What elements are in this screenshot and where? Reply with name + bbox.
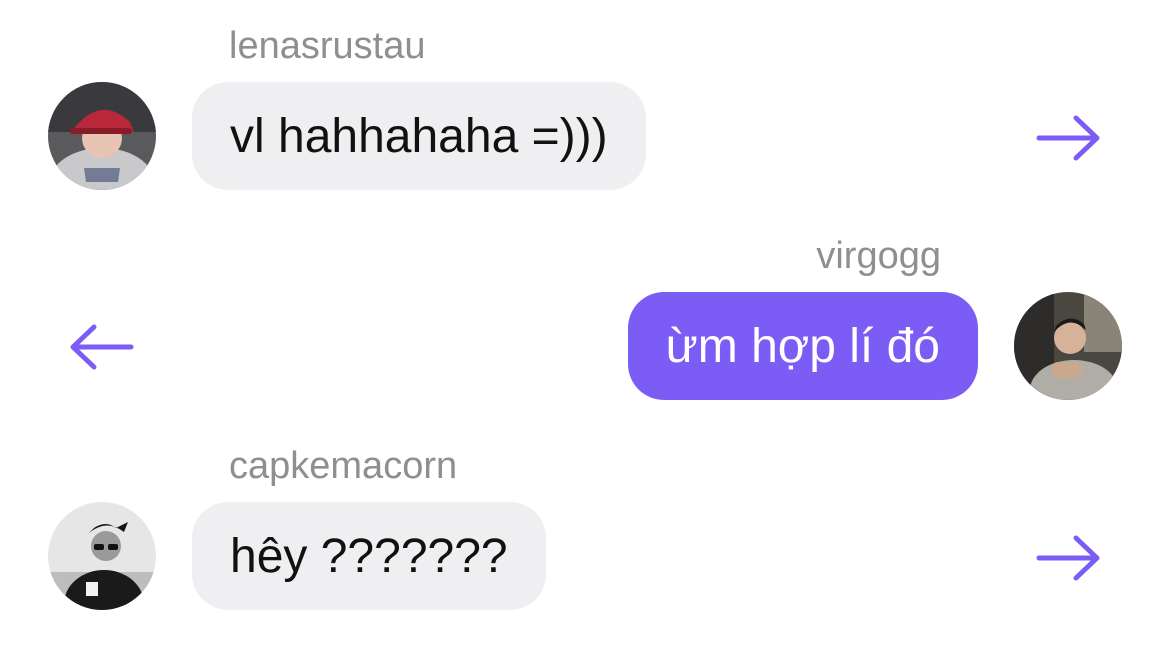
arrow-right-icon[interactable] — [1034, 113, 1104, 163]
message-text: hêy ??????? — [230, 529, 508, 583]
avatar-photo — [1014, 292, 1122, 400]
arrow-right-icon[interactable] — [1034, 533, 1104, 583]
username-label: lenasrustau — [229, 25, 426, 67]
avatar[interactable] — [1014, 292, 1122, 400]
username-label: virgogg — [816, 235, 941, 277]
avatar[interactable] — [48, 502, 156, 610]
message-text: ừm hợp lí đó — [665, 319, 940, 373]
avatar-photo — [48, 502, 156, 610]
arrow-left-icon[interactable] — [66, 322, 136, 372]
message-bubble[interactable]: hêy ??????? — [192, 502, 546, 610]
message-bubble[interactable]: ừm hợp lí đó — [627, 292, 978, 400]
avatar-photo — [48, 82, 156, 190]
avatar[interactable] — [48, 82, 156, 190]
message-text: vl hahhahaha =))) — [230, 109, 608, 163]
username-label: capkemacorn — [229, 445, 458, 487]
message-bubble[interactable]: vl hahhahaha =))) — [192, 82, 646, 190]
